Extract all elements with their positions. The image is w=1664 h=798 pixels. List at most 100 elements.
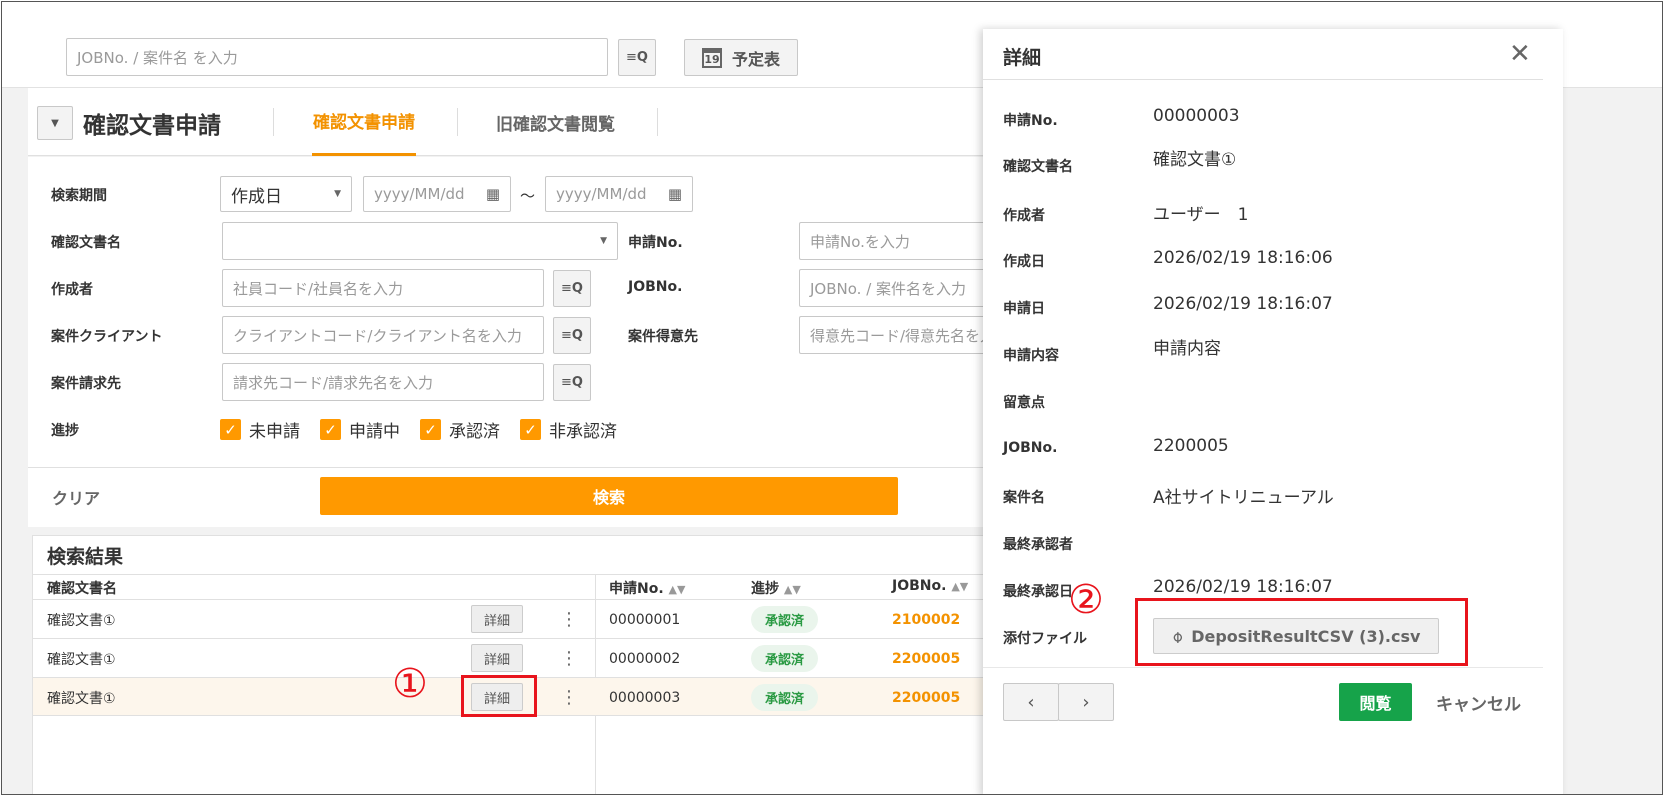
status-badge: 承認済	[751, 606, 819, 633]
field-label: 作成者	[1003, 208, 1045, 224]
tab-old-documents[interactable]: 旧確認文書閲覧	[496, 88, 615, 156]
period-select-value: 作成日	[231, 186, 282, 207]
detail-panel: 詳細 ✕ 申請No. 00000003 確認文書名 確認文書① 作成者 ユーザー…	[983, 29, 1563, 794]
doc-name-label: 確認文書名	[51, 235, 121, 251]
checkbox-label: 非承認済	[549, 422, 617, 442]
tab-application[interactable]: 確認文書申請	[312, 88, 416, 156]
sort-icon: ▲▼	[668, 583, 686, 596]
field-label: 最終承認者	[1003, 537, 1073, 553]
jobno-label: JOBNo.	[628, 279, 683, 295]
results-panel: 検索結果 確認文書名 申請No. ▲▼ 進捗 ▲▼ JOBNo. ▲▼ 確認文書…	[32, 535, 1029, 794]
page-title: 確認文書申請	[83, 113, 221, 139]
schedule-label: 予定表	[731, 49, 780, 69]
col-app-no-label: 申請No.	[609, 581, 664, 597]
period-select[interactable]: 作成日 ▼	[220, 176, 352, 212]
schedule-button[interactable]: 19 予定表	[684, 39, 798, 76]
row-app-no: 00000001	[609, 611, 681, 628]
col-app-no[interactable]: 申請No. ▲▼	[609, 578, 685, 598]
checkbox-label: 承認済	[449, 422, 500, 442]
client-search-button[interactable]: ≡Q	[553, 317, 591, 354]
clear-button[interactable]: クリア	[52, 485, 100, 509]
customer-input[interactable]: 得意先コード/得意先名を入力	[799, 316, 999, 354]
col-jobno[interactable]: JOBNo. ▲▼	[892, 578, 968, 594]
field-label: 案件名	[1003, 490, 1045, 506]
field-label: 作成日	[1003, 254, 1045, 270]
more-menu-icon[interactable]: ⋮	[560, 600, 578, 639]
list-search-icon: ≡Q	[626, 50, 648, 65]
collapse-toggle[interactable]: ▼	[37, 106, 73, 140]
creator-search-button[interactable]: ≡Q	[553, 270, 591, 307]
calendar-icon[interactable]: ▦	[668, 185, 682, 203]
list-search-icon: ≡Q	[561, 328, 583, 343]
job-search-input[interactable]: JOBNo. / 案件名 を入力	[66, 38, 608, 76]
chevron-left-icon: ‹	[1027, 691, 1035, 713]
results-title: 検索結果	[47, 546, 124, 568]
search-button[interactable]: 検索	[320, 477, 898, 515]
date-to-input[interactable]: yyyy/MM/dd ▦	[545, 176, 693, 212]
jobno-input[interactable]: JOBNo. / 案件名を入力	[799, 269, 999, 307]
panel-title: 詳細	[1003, 47, 1042, 69]
annotation-number: ①	[392, 661, 428, 707]
client-input[interactable]: クライアントコード/クライアント名を入力	[222, 316, 544, 354]
prev-button[interactable]: ‹	[1003, 683, 1059, 721]
col-progress[interactable]: 進捗 ▲▼	[751, 578, 801, 598]
check-icon: ✓	[320, 419, 341, 440]
doc-name-select[interactable]: ▼	[222, 222, 618, 260]
cancel-button[interactable]: キャンセル	[1436, 690, 1521, 715]
billing-input[interactable]: 請求先コード/請求先名を入力	[222, 363, 544, 401]
detail-button[interactable]: 詳細	[471, 644, 523, 672]
row-jobno-link[interactable]: 2200005	[892, 639, 960, 678]
caret-down-icon: ▼	[51, 117, 59, 129]
field-value: 2026/02/19 18:16:07	[1153, 577, 1333, 597]
page-header: ▼ 確認文書申請 確認文書申請 旧確認文書閲覧	[28, 88, 1028, 156]
detail-button[interactable]: 詳細	[471, 605, 523, 633]
row-doc-name: 確認文書①	[47, 690, 116, 707]
row-app-no: 00000003	[609, 689, 681, 706]
date-from-input[interactable]: yyyy/MM/dd ▦	[363, 176, 511, 212]
jobno-placeholder: JOBNo. / 案件名を入力	[810, 279, 967, 298]
table-row[interactable]: 確認文書① 詳細 ⋮ 00000002 承認済 2200005	[33, 638, 1029, 677]
progress-unapplied-checkbox[interactable]: ✓ 未申請	[220, 417, 300, 442]
chevron-right-icon: ›	[1082, 691, 1090, 713]
view-button[interactable]: 閲覧	[1339, 683, 1412, 721]
customer-label: 案件得意先	[628, 329, 698, 345]
app-no-input[interactable]: 申請No.を入力	[799, 222, 999, 260]
sort-icon: ▲▼	[951, 580, 969, 593]
table-row[interactable]: 確認文書① 詳細 ⋮ 00000001 承認済 2100002	[33, 599, 1029, 638]
col-doc-name[interactable]: 確認文書名	[47, 578, 117, 598]
progress-applying-checkbox[interactable]: ✓ 申請中	[320, 417, 400, 442]
field-value: 00000003	[1153, 106, 1240, 126]
progress-rejected-checkbox[interactable]: ✓ 非承認済	[520, 417, 617, 442]
billing-placeholder: 請求先コード/請求先名を入力	[233, 373, 434, 392]
sort-icon: ▲▼	[783, 583, 801, 596]
date-from-placeholder: yyyy/MM/dd	[374, 185, 465, 203]
col-jobno-label: JOBNo.	[892, 578, 947, 594]
field-value: 2026/02/19 18:16:07	[1153, 294, 1333, 314]
close-icon[interactable]: ✕	[1509, 39, 1531, 69]
field-value: A社サイトリニューアル	[1153, 488, 1334, 508]
creator-input[interactable]: 社員コード/社員名を入力	[222, 269, 544, 307]
field-value: ユーザー 1	[1153, 205, 1249, 225]
list-search-icon: ≡Q	[561, 281, 583, 296]
more-menu-icon[interactable]: ⋮	[560, 678, 578, 717]
creator-label: 作成者	[51, 282, 93, 298]
billing-label: 案件請求先	[51, 376, 121, 392]
more-menu-icon[interactable]: ⋮	[560, 639, 578, 678]
progress-approved-checkbox[interactable]: ✓ 承認済	[420, 417, 500, 442]
annotation-number: ②	[1068, 577, 1104, 623]
row-jobno-link[interactable]: 2200005	[892, 678, 960, 717]
check-icon: ✓	[220, 419, 241, 440]
field-value: 確認文書①	[1153, 150, 1237, 170]
range-separator: ～	[520, 187, 536, 205]
col-progress-label: 進捗	[751, 581, 779, 597]
list-search-icon: ≡Q	[561, 375, 583, 390]
next-button[interactable]: ›	[1058, 683, 1114, 721]
billing-search-button[interactable]: ≡Q	[553, 364, 591, 401]
progress-label: 進捗	[51, 423, 79, 439]
job-search-button[interactable]: ≡Q	[618, 39, 656, 76]
row-jobno-link[interactable]: 2100002	[892, 600, 960, 639]
field-label: 申請No.	[1003, 113, 1058, 129]
app-no-label: 申請No.	[628, 235, 683, 251]
row-app-no: 00000002	[609, 650, 681, 667]
calendar-icon[interactable]: ▦	[486, 185, 500, 203]
